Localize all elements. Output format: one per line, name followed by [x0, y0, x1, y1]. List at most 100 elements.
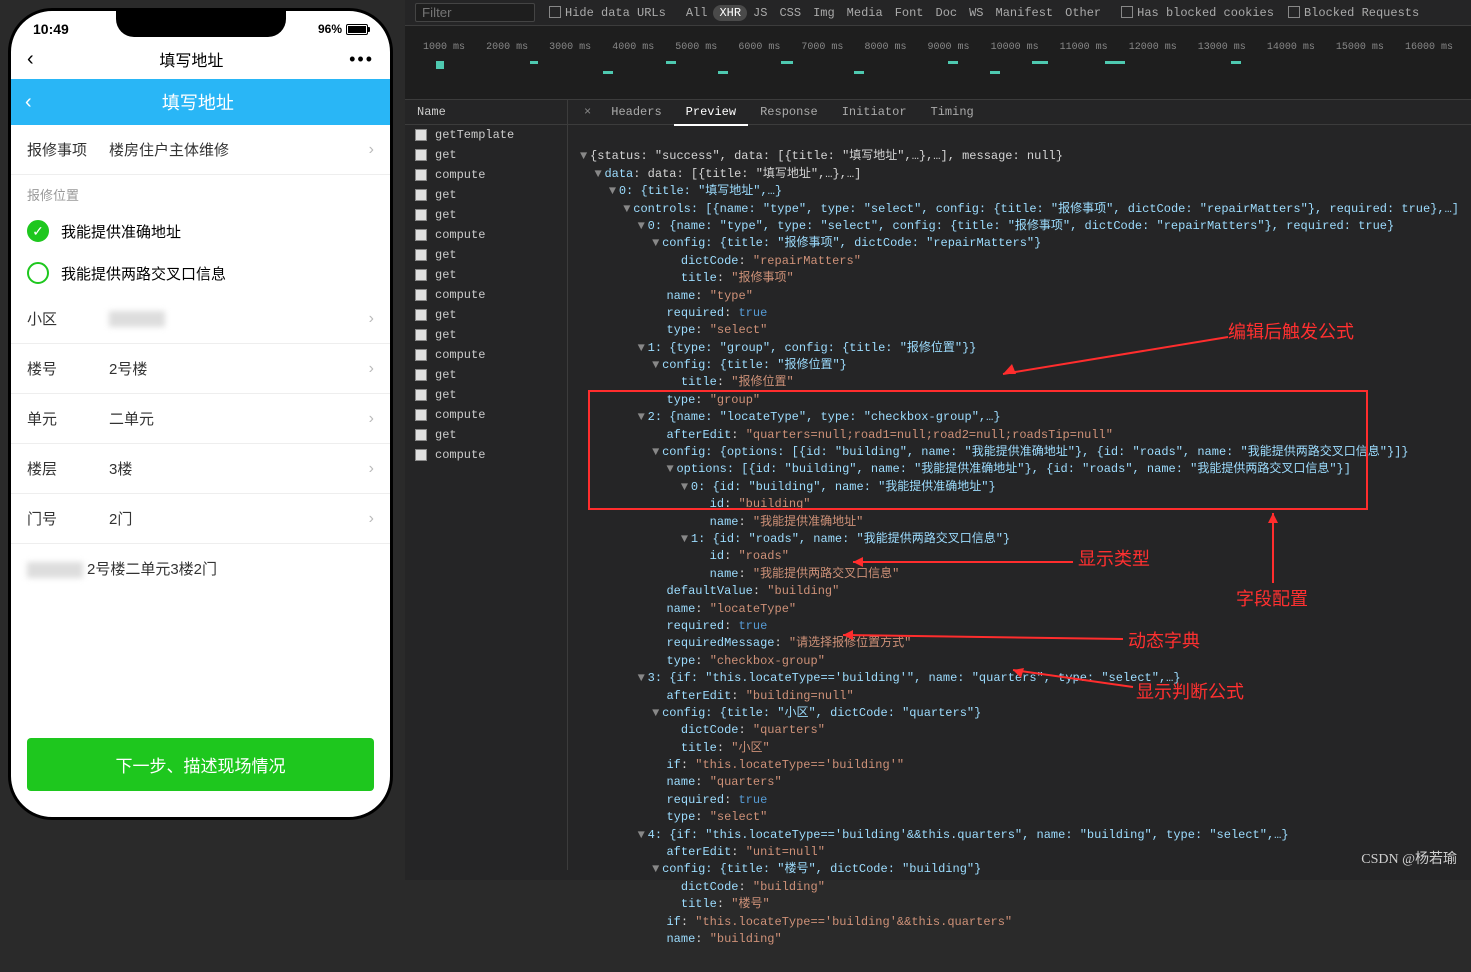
- page-header: ‹ 填写地址: [11, 79, 390, 125]
- tab-headers[interactable]: Headers: [599, 100, 673, 124]
- file-icon: [415, 269, 427, 281]
- wechat-nav: ‹ 填写地址 •••: [11, 39, 390, 79]
- row-menhao[interactable]: 门号 2门 ›: [11, 494, 390, 544]
- tab-preview[interactable]: Preview: [674, 100, 748, 126]
- file-icon: [415, 229, 427, 241]
- name-column-header[interactable]: Name: [405, 100, 567, 125]
- redacted: [109, 311, 165, 327]
- redacted: [27, 562, 83, 578]
- radio-crossroads[interactable]: 我能提供两路交叉口信息: [11, 252, 390, 294]
- file-icon: [415, 389, 427, 401]
- page-back-icon[interactable]: ‹: [25, 91, 32, 114]
- timeline-marks: [415, 61, 1461, 91]
- repair-label: 报修事项: [27, 139, 109, 160]
- request-item[interactable]: get: [405, 325, 567, 345]
- type-filters: AllXHRJSCSSImgMediaFontDocWSManifestOthe…: [680, 6, 1107, 20]
- type-filter-ws[interactable]: WS: [963, 5, 989, 21]
- status-battery: 96%: [318, 21, 368, 37]
- repair-value: 楼房住户主体维修: [109, 139, 369, 160]
- row-repair[interactable]: 报修事项 楼房住户主体维修 ›: [11, 125, 390, 175]
- file-icon: [415, 449, 427, 461]
- type-filter-manifest[interactable]: Manifest: [990, 5, 1060, 21]
- file-icon: [415, 369, 427, 381]
- radio2-label: 我能提供两路交叉口信息: [61, 263, 226, 284]
- row-danyuan[interactable]: 单元 二单元 ›: [11, 394, 390, 444]
- request-item[interactable]: compute: [405, 225, 567, 245]
- tab-response[interactable]: Response: [748, 100, 830, 124]
- chevron-right-icon: ›: [369, 410, 374, 428]
- type-filter-other[interactable]: Other: [1059, 5, 1107, 21]
- request-item[interactable]: compute: [405, 345, 567, 365]
- file-icon: [415, 349, 427, 361]
- battery-icon: [346, 24, 368, 35]
- next-button[interactable]: 下一步、描述现场情况: [27, 738, 374, 791]
- chevron-right-icon: ›: [369, 141, 374, 159]
- request-item[interactable]: compute: [405, 405, 567, 425]
- request-item[interactable]: get: [405, 265, 567, 285]
- file-icon: [415, 149, 427, 161]
- file-icon: [415, 169, 427, 181]
- file-icon: [415, 129, 427, 141]
- file-icon: [415, 209, 427, 221]
- request-item[interactable]: compute: [405, 445, 567, 465]
- request-item[interactable]: get: [405, 385, 567, 405]
- type-filter-css[interactable]: CSS: [773, 5, 807, 21]
- section-label: 报修位置: [11, 175, 390, 210]
- request-item[interactable]: get: [405, 185, 567, 205]
- has-blocked-cookies[interactable]: Has blocked cookies: [1121, 6, 1274, 20]
- request-item[interactable]: compute: [405, 285, 567, 305]
- watermark: CSDN @杨若瑜: [1361, 848, 1457, 868]
- request-item[interactable]: get: [405, 145, 567, 165]
- hide-data-urls[interactable]: Hide data URLs: [549, 6, 666, 20]
- type-filter-media[interactable]: Media: [841, 5, 889, 21]
- preview-panel: × HeadersPreviewResponseInitiatorTiming …: [568, 100, 1471, 870]
- file-icon: [415, 309, 427, 321]
- request-item[interactable]: get: [405, 205, 567, 225]
- radio-checked-icon: ✓: [27, 220, 49, 242]
- tab-initiator[interactable]: Initiator: [830, 100, 919, 124]
- more-icon[interactable]: •••: [349, 49, 374, 70]
- type-filter-doc[interactable]: Doc: [930, 5, 964, 21]
- radio-accurate-address[interactable]: ✓ 我能提供准确地址: [11, 210, 390, 252]
- devtools-panel: Hide data URLs AllXHRJSCSSImgMediaFontDo…: [405, 0, 1471, 880]
- nav-title: 填写地址: [34, 47, 349, 71]
- blocked-requests[interactable]: Blocked Requests: [1288, 6, 1419, 20]
- row-louhao[interactable]: 楼号 2号楼 ›: [11, 344, 390, 394]
- chevron-right-icon: ›: [369, 510, 374, 528]
- request-item[interactable]: compute: [405, 165, 567, 185]
- close-icon[interactable]: ×: [576, 100, 599, 124]
- phone-notch: [116, 11, 286, 37]
- back-icon[interactable]: ‹: [27, 48, 34, 71]
- type-filter-font[interactable]: Font: [889, 5, 930, 21]
- file-icon: [415, 409, 427, 421]
- timeline-ruler: 1000 ms2000 ms3000 ms4000 ms5000 ms6000 …: [415, 42, 1461, 61]
- network-toolbar: Hide data URLs AllXHRJSCSSImgMediaFontDo…: [405, 0, 1471, 26]
- request-item[interactable]: get: [405, 425, 567, 445]
- json-preview[interactable]: ▼{status: "success", data: [{title: "填写地…: [568, 125, 1471, 972]
- file-icon: [415, 329, 427, 341]
- file-icon: [415, 249, 427, 261]
- address-summary: 2号楼二单元3楼2门: [11, 544, 390, 593]
- row-xiaoqu[interactable]: 小区 ›: [11, 294, 390, 344]
- tab-timing[interactable]: Timing: [919, 100, 986, 124]
- timeline[interactable]: 1000 ms2000 ms3000 ms4000 ms5000 ms6000 …: [405, 26, 1471, 100]
- file-icon: [415, 429, 427, 441]
- request-list-panel: Name getTemplategetcomputegetgetcomputeg…: [405, 100, 568, 870]
- status-time: 10:49: [33, 21, 69, 37]
- page-title: 填写地址: [44, 89, 352, 115]
- row-louceng[interactable]: 楼层 3楼 ›: [11, 444, 390, 494]
- request-item[interactable]: getTemplate: [405, 125, 567, 145]
- file-icon: [415, 189, 427, 201]
- chevron-right-icon: ›: [369, 310, 374, 328]
- filter-input[interactable]: [415, 3, 535, 22]
- chevron-right-icon: ›: [369, 460, 374, 478]
- file-icon: [415, 289, 427, 301]
- request-item[interactable]: get: [405, 245, 567, 265]
- type-filter-all[interactable]: All: [680, 5, 714, 21]
- type-filter-js[interactable]: JS: [747, 5, 773, 21]
- type-filter-xhr[interactable]: XHR: [713, 5, 747, 21]
- type-filter-img[interactable]: Img: [807, 5, 841, 21]
- request-item[interactable]: get: [405, 305, 567, 325]
- request-item[interactable]: get: [405, 365, 567, 385]
- radio-unchecked-icon: [27, 262, 49, 284]
